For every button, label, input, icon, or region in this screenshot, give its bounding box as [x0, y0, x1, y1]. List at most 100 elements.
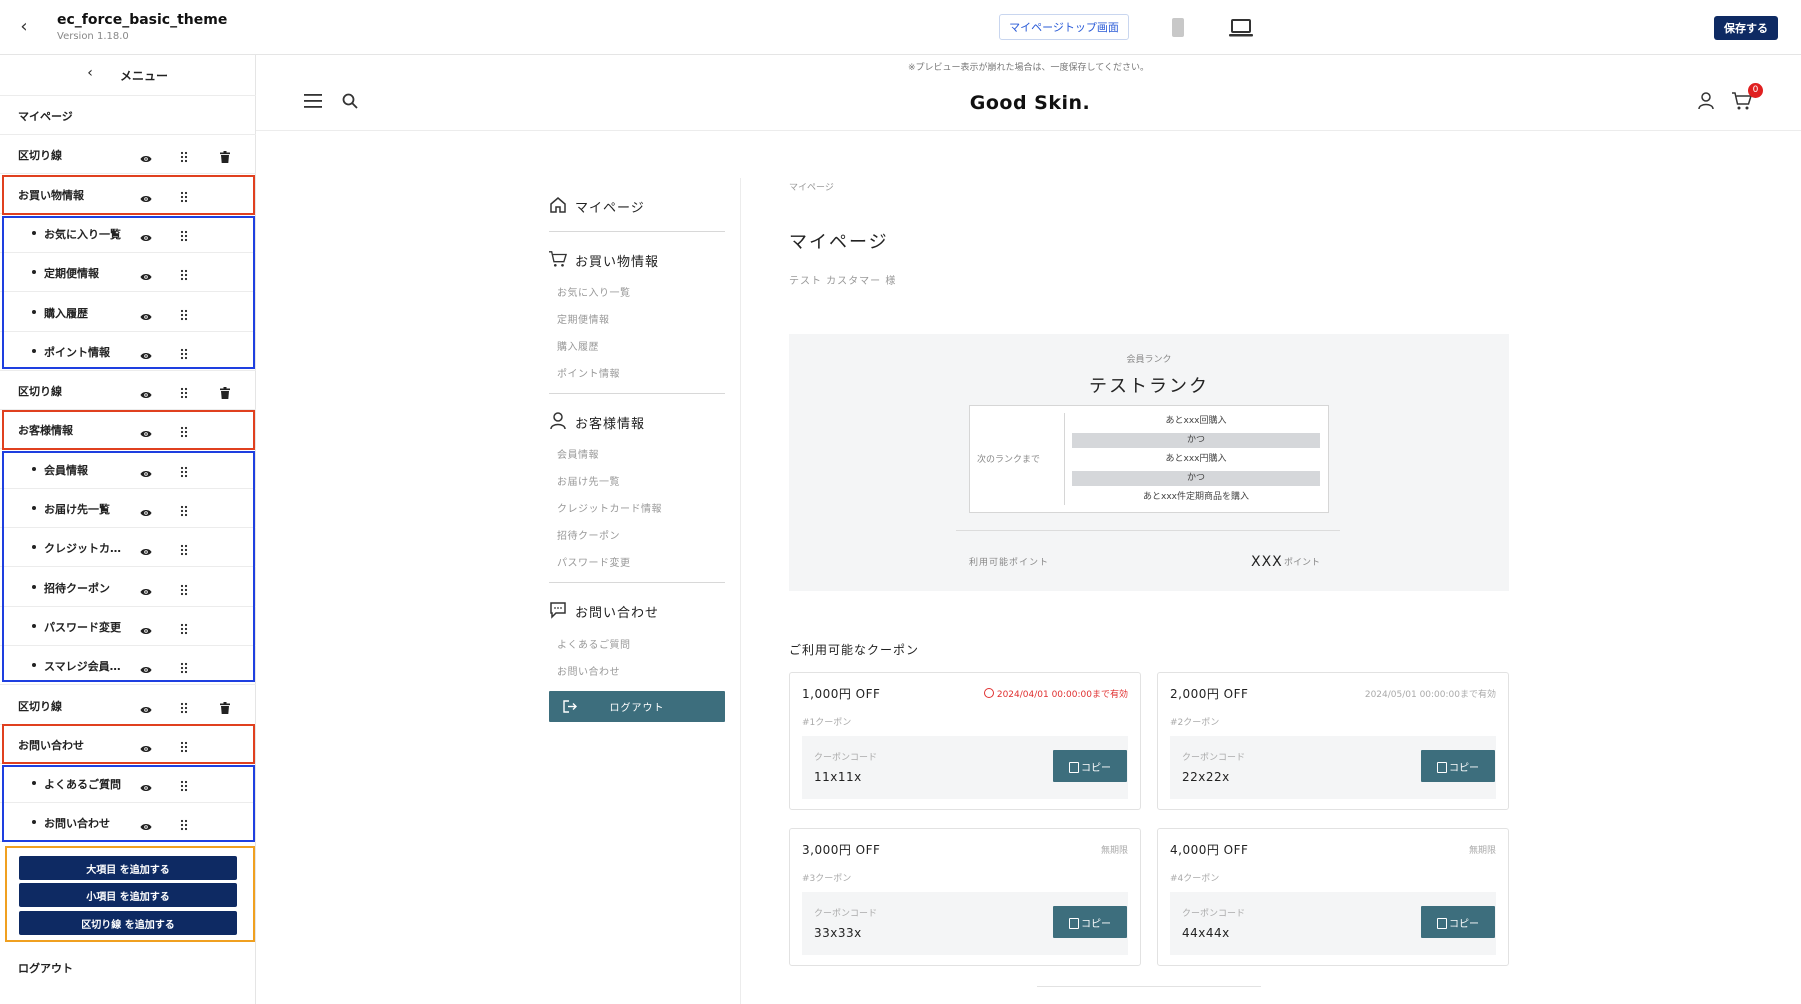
- trash-icon[interactable]: [220, 699, 230, 714]
- drag-handle-icon[interactable]: [180, 738, 188, 752]
- drag-handle-icon[interactable]: [180, 306, 188, 320]
- coupon-card: 2,000円 OFF 2024/05/01 00:00:00まで有効 #2クーポンク…: [1157, 672, 1509, 810]
- eye-visibility-icon[interactable]: [140, 385, 152, 399]
- desktop-view-icon[interactable]: [1229, 18, 1253, 38]
- eye-visibility-icon[interactable]: [140, 149, 152, 163]
- sidebar-item-shopping[interactable]: お買い物情報: [0, 175, 256, 214]
- drag-handle-icon[interactable]: [180, 188, 188, 202]
- eye-visibility-icon[interactable]: [140, 582, 152, 595]
- eye-visibility-icon[interactable]: [140, 778, 152, 792]
- sidebar-item-divider[interactable]: 区切り線: [0, 371, 256, 411]
- trash-icon[interactable]: [220, 384, 230, 400]
- add-large-item-button[interactable]: 大項目 を追加する: [19, 856, 237, 880]
- drag-handle-icon[interactable]: [180, 463, 188, 477]
- sidebar-item-subscriptions[interactable]: 定期便情報: [0, 253, 256, 293]
- sidebar-item-smaregi[interactable]: スマレジ会員…: [0, 646, 256, 686]
- coupon-name: #2クーポン: [1170, 718, 1220, 728]
- brand-logo[interactable]: Good Skin.: [900, 92, 1160, 114]
- sidebar-item-customer[interactable]: お客様情報: [0, 410, 256, 450]
- sidebar-item-points[interactable]: ポイント情報: [0, 332, 256, 371]
- eye-visibility-icon[interactable]: [140, 464, 152, 477]
- trash-icon[interactable]: [220, 148, 230, 164]
- nav-link-faq[interactable]: よくあるご質問: [557, 636, 631, 651]
- nav-link-contact[interactable]: お問い合わせ: [557, 663, 620, 678]
- add-small-item-button[interactable]: 小項目 を追加する: [19, 883, 237, 907]
- sidebar-item-contact[interactable]: お問い合わせ: [0, 725, 256, 764]
- rank-condition: あとxxx回購入: [1165, 416, 1227, 426]
- eye-visibility-icon[interactable]: [140, 228, 152, 241]
- drag-handle-icon[interactable]: [180, 620, 188, 634]
- eye-visibility-icon[interactable]: [140, 739, 152, 752]
- nav-link-points[interactable]: ポイント情報: [557, 365, 620, 380]
- preview-page-select[interactable]: マイページトップ画面: [999, 14, 1129, 40]
- user-account-icon[interactable]: [1698, 92, 1714, 110]
- drag-handle-icon[interactable]: [180, 423, 188, 438]
- sidebar-item-faq[interactable]: よくあるご質問: [0, 764, 256, 804]
- sidebar-item-favorites[interactable]: お気に入り一覧: [0, 214, 256, 253]
- drag-handle-icon[interactable]: [180, 816, 188, 831]
- sidebar-item-mypage[interactable]: マイページ: [0, 96, 256, 135]
- drag-handle-icon[interactable]: [180, 659, 188, 674]
- copy-button[interactable]: コピー: [1053, 906, 1127, 938]
- sidebar-item-password[interactable]: パスワード変更: [0, 607, 256, 646]
- drag-handle-icon[interactable]: [180, 502, 188, 517]
- eye-visibility-icon[interactable]: [140, 267, 152, 281]
- nav-link-subscriptions[interactable]: 定期便情報: [557, 311, 610, 326]
- drag-handle-icon[interactable]: [180, 345, 188, 359]
- copy-button[interactable]: コピー: [1421, 750, 1495, 782]
- sidebar-header: ‹ メニュー: [0, 55, 256, 96]
- mobile-view-icon[interactable]: [1172, 18, 1184, 37]
- drag-handle-icon[interactable]: [180, 148, 188, 163]
- eye-visibility-icon[interactable]: [140, 424, 152, 438]
- search-icon[interactable]: [342, 93, 358, 109]
- hamburger-menu-icon[interactable]: [304, 93, 322, 109]
- coupon-name: #3クーポン: [802, 874, 852, 884]
- eye-visibility-icon[interactable]: [140, 503, 152, 516]
- eye-visibility-icon[interactable]: [140, 817, 152, 831]
- add-divider-button[interactable]: 区切り線 を追加する: [19, 911, 237, 935]
- eye-visibility-icon[interactable]: [140, 346, 152, 359]
- nav-link-member-info[interactable]: 会員情報: [557, 446, 599, 461]
- drag-handle-icon[interactable]: [180, 266, 188, 281]
- drag-handle-icon[interactable]: [180, 541, 188, 556]
- nav-divider: [549, 582, 725, 583]
- eye-visibility-icon[interactable]: [140, 621, 152, 634]
- drag-handle-icon[interactable]: [180, 699, 188, 713]
- eye-visibility-icon[interactable]: [140, 189, 152, 202]
- drag-handle-icon[interactable]: [180, 384, 188, 399]
- coupon-code-box: クーポンコード 22x22x コピー: [1170, 736, 1496, 799]
- drag-handle-icon[interactable]: [180, 227, 188, 241]
- sidebar-item-member-info[interactable]: 会員情報: [0, 450, 256, 489]
- eye-visibility-icon[interactable]: [140, 542, 152, 556]
- user-icon: [550, 412, 566, 430]
- coupons-heading: ご利用可能なクーポン: [789, 643, 920, 657]
- eye-visibility-icon[interactable]: [140, 307, 152, 320]
- drag-handle-icon[interactable]: [180, 777, 188, 792]
- nav-link-credit-card[interactable]: クレジットカード情報: [557, 500, 662, 515]
- save-button[interactable]: 保存する: [1714, 16, 1778, 40]
- chevron-left-icon[interactable]: ‹: [82, 65, 98, 81]
- nav-link-order-history[interactable]: 購入履歴: [557, 338, 599, 353]
- sidebar-item-invite-coupon[interactable]: 招待クーポン: [0, 568, 256, 607]
- sidebar-item-addresses[interactable]: お届け先一覧: [0, 489, 256, 528]
- copy-button[interactable]: コピー: [1421, 906, 1495, 938]
- sidebar-item-credit-card[interactable]: クレジットカ…: [0, 528, 256, 568]
- breadcrumb[interactable]: マイページ: [789, 180, 834, 193]
- nav-link-addresses[interactable]: お届け先一覧: [557, 473, 620, 488]
- nav-link-invite-coupon[interactable]: 招待クーポン: [557, 527, 620, 542]
- back-icon[interactable]: ‹: [14, 16, 34, 38]
- sidebar-item-divider[interactable]: 区切り線: [0, 135, 256, 175]
- copy-button[interactable]: コピー: [1053, 750, 1127, 782]
- eye-visibility-icon[interactable]: [140, 660, 152, 674]
- eye-visibility-icon[interactable]: [140, 700, 152, 713]
- nav-link-password[interactable]: パスワード変更: [557, 554, 631, 569]
- sidebar-item-logout[interactable]: ログアウト: [18, 960, 73, 976]
- copy-icon: [1437, 761, 1447, 773]
- sidebar-item-divider[interactable]: 区切り線: [0, 686, 256, 725]
- logout-button[interactable]: ログアウト: [549, 691, 725, 722]
- drag-handle-icon[interactable]: [180, 581, 188, 595]
- nav-link-favorites[interactable]: お気に入り一覧: [557, 284, 631, 299]
- sidebar-item-order-history[interactable]: 購入履歴: [0, 293, 256, 332]
- sidebar-item-inquiry[interactable]: お問い合わせ: [0, 803, 256, 843]
- coupon-discount: 1,000円 OFF: [802, 687, 881, 701]
